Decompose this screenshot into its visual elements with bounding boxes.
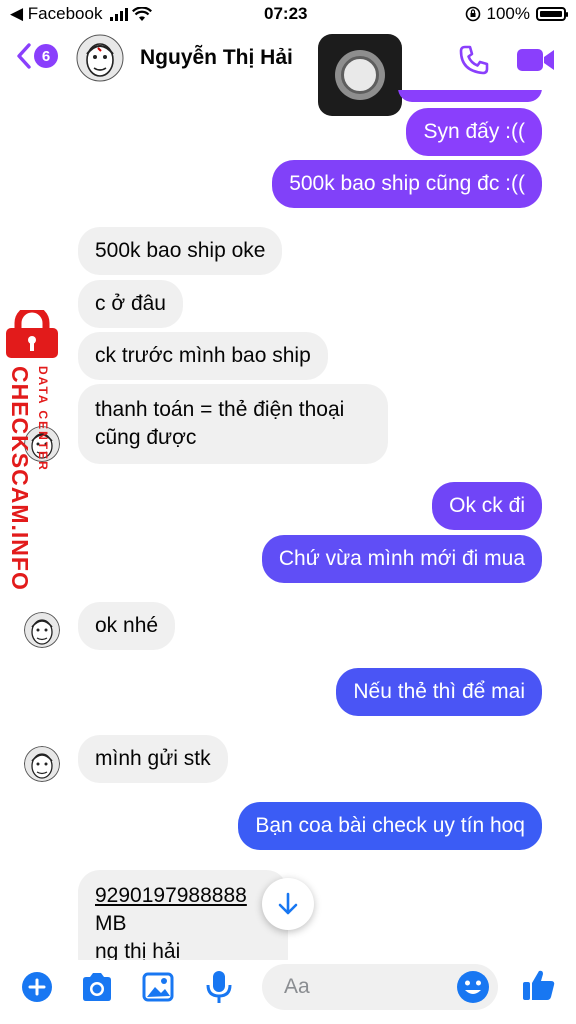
message-list[interactable]: Syn đấy :(( 500k bao ship cũng đc :(( 50… xyxy=(0,90,576,960)
status-bar: ◀ Facebook 07:23 100% xyxy=(0,0,576,30)
contact-avatar[interactable] xyxy=(76,34,124,82)
message-bubble[interactable]: thanh toán = thẻ điện thoại cũng được xyxy=(78,384,388,464)
message-bubble-partial[interactable] xyxy=(398,90,542,102)
watermark: CHECKSCAM.INFO DATA CENTER xyxy=(0,310,64,591)
chevron-left-icon xyxy=(17,43,31,69)
photo-gallery-icon[interactable] xyxy=(142,972,174,1002)
back-to-app[interactable]: ◀ Facebook xyxy=(10,4,153,24)
battery-icon xyxy=(536,7,568,21)
message-bubble[interactable]: Chứ vừa mình mới đi mua xyxy=(261,535,542,583)
message-bubble[interactable]: 500k bao ship oke xyxy=(78,227,283,275)
clock: 07:23 xyxy=(264,4,308,23)
watermark-brand: CHECKSCAM.INFO xyxy=(7,366,33,591)
message-bubble[interactable]: Bạn coa bài check uy tín hoq xyxy=(238,802,542,850)
signal-icon xyxy=(110,7,129,21)
lock-icon xyxy=(6,310,58,358)
phone-icon[interactable] xyxy=(458,44,490,76)
microphone-icon[interactable] xyxy=(206,970,232,1004)
back-button[interactable]: 6 xyxy=(16,42,58,70)
watermark-tagline: DATA CENTER xyxy=(36,366,50,472)
contact-avatar-small[interactable] xyxy=(24,612,60,648)
message-bubble[interactable]: ck trước mình bao ship xyxy=(78,332,328,380)
message-bubble[interactable]: Ok ck đi xyxy=(432,482,542,530)
message-input[interactable]: Aa xyxy=(262,964,498,1010)
emoji-icon[interactable] xyxy=(456,970,490,1004)
like-thumb-icon[interactable] xyxy=(522,968,556,1002)
message-bubble[interactable]: ok nhé xyxy=(78,602,176,650)
message-bubble[interactable]: Syn đấy :(( xyxy=(406,108,542,156)
orientation-lock-icon xyxy=(465,6,480,22)
battery-percent: 100% xyxy=(486,4,530,23)
contact-avatar-small[interactable] xyxy=(24,746,60,782)
back-to-app-label: ◀ Facebook xyxy=(10,4,103,23)
scroll-to-bottom-button[interactable] xyxy=(262,878,314,930)
camera-icon[interactable] xyxy=(80,972,114,1002)
message-bubble[interactable]: mình gửi stk xyxy=(78,735,228,783)
message-bubble[interactable]: c ở đâu xyxy=(78,280,183,328)
arrow-down-icon xyxy=(278,892,298,915)
chat-header: 6 Nguyễn Thị Hải xyxy=(0,30,576,116)
message-bubble[interactable]: 500k bao ship cũng đc :(( xyxy=(272,160,542,208)
contact-name[interactable]: Nguyễn Thị Hải xyxy=(140,46,293,70)
unread-badge: 6 xyxy=(34,44,58,68)
message-bubble-bank-info[interactable]: 9290197988888 MB ng thị hải xyxy=(78,870,288,960)
message-bubble[interactable]: Nếu thẻ thì để mai xyxy=(336,668,542,716)
wifi-icon xyxy=(132,6,153,21)
video-call-icon[interactable] xyxy=(516,46,556,74)
message-input-placeholder: Aa xyxy=(284,975,310,998)
plus-circle-icon[interactable] xyxy=(22,972,52,1002)
